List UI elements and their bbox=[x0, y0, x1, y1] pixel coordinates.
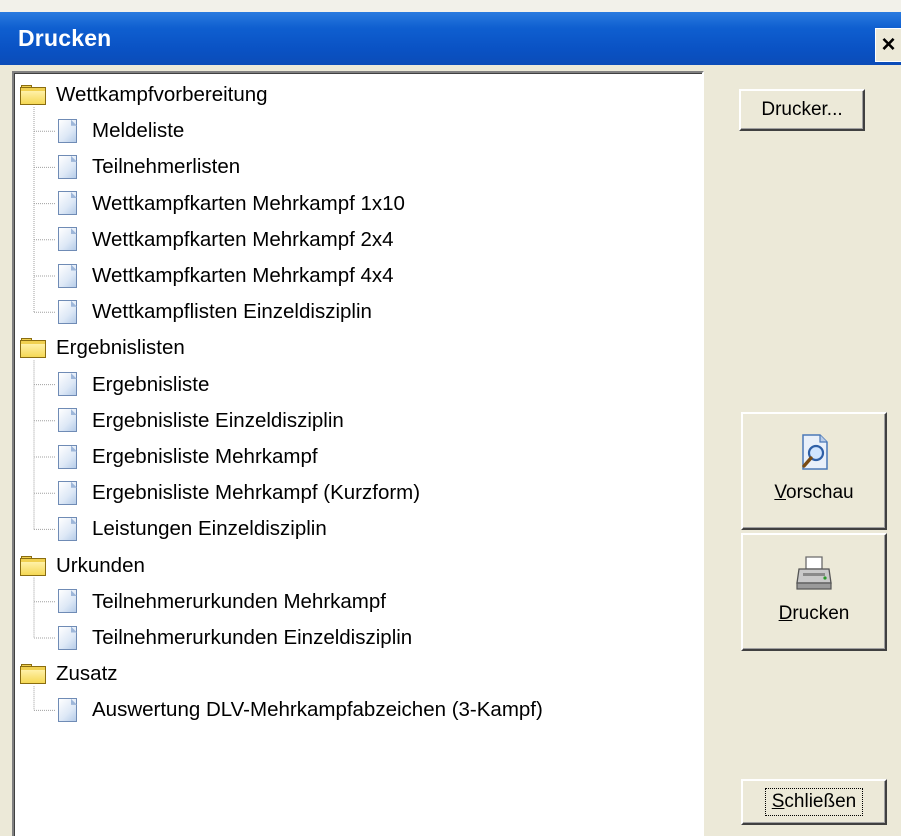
tree-report-item[interactable]: Teilnehmerurkunden Einzeldisziplin bbox=[58, 620, 412, 656]
document-icon bbox=[58, 444, 78, 470]
print-label: Drucken bbox=[778, 603, 850, 624]
tree-report-item[interactable]: Leistungen Einzeldisziplin bbox=[58, 511, 327, 547]
tree-item-label: Ergebnisliste Mehrkampf bbox=[92, 445, 318, 468]
document-icon bbox=[58, 118, 78, 144]
document-icon bbox=[58, 408, 78, 433]
preview-button[interactable]: Vorschau bbox=[741, 412, 887, 530]
document-icon bbox=[58, 263, 78, 289]
tree-report-item[interactable]: Wettkampfkarten Mehrkampf 4x4 bbox=[58, 258, 394, 294]
folder-icon bbox=[20, 85, 48, 105]
document-icon bbox=[58, 299, 78, 325]
tree-item-label: Ergebnisliste bbox=[92, 372, 210, 396]
document-icon bbox=[58, 480, 78, 506]
print-button[interactable]: Drucken bbox=[741, 533, 887, 651]
tree-report-item[interactable]: Ergebnisliste bbox=[58, 367, 209, 403]
tree-report-item[interactable]: Ergebnisliste Mehrkampf bbox=[58, 439, 318, 475]
printer-icon bbox=[794, 553, 834, 593]
document-icon bbox=[58, 191, 78, 216]
tree-folder[interactable]: Ergebnislisten bbox=[20, 330, 185, 366]
tree-item-label: Leistungen Einzeldisziplin bbox=[92, 517, 327, 541]
report-tree[interactable]: Wettkampfvorbereitung Meldeliste Teilnehme… bbox=[12, 71, 704, 836]
tree-item-label: Teilnehmerurkunden Einzeldisziplin bbox=[92, 626, 413, 649]
tree-report-item[interactable]: Auswertung DLV-Mehrkampfabzeichen (3-Kam… bbox=[58, 692, 543, 728]
tree-report-item[interactable]: Meldeliste bbox=[58, 113, 184, 149]
tree-report-item[interactable]: Teilnehmerlisten bbox=[58, 149, 240, 185]
document-icon bbox=[58, 154, 78, 180]
tree-report-item[interactable]: Wettkampflisten Einzeldisziplin bbox=[58, 294, 372, 330]
tree-folder-label: Urkunden bbox=[56, 553, 145, 577]
preview-label: Vorschau bbox=[774, 482, 854, 503]
tree-item-label: Auswertung DLV-Mehrkampfabzeichen (3-Kam… bbox=[92, 698, 543, 722]
tree-item-label: Wettkampfkarten Mehrkampf 1x10 bbox=[92, 191, 405, 215]
tree-item-label: Ergebnisliste Mehrkampf (Kurzform) bbox=[92, 481, 421, 505]
tree-folder[interactable]: Zusatz bbox=[20, 656, 118, 692]
close-dialog-label: Schließen bbox=[764, 788, 864, 816]
document-icon bbox=[58, 516, 78, 542]
tree-folder-label: Wettkampfvorbereitung bbox=[56, 83, 268, 106]
document-icon bbox=[58, 372, 78, 397]
folder-icon bbox=[20, 555, 48, 576]
magnifier-document-icon bbox=[794, 432, 834, 472]
tree-report-item[interactable]: Teilnehmerurkunden Mehrkampf bbox=[58, 584, 386, 620]
tree-report-item[interactable]: Ergebnisliste Mehrkampf (Kurzform) bbox=[58, 475, 420, 511]
folder-icon bbox=[20, 664, 48, 685]
tree-report-item[interactable]: Wettkampfkarten Mehrkampf 2x4 bbox=[58, 222, 394, 258]
printer-setup-label: Drucker... bbox=[761, 99, 843, 120]
print-dialog: Drucken × Wettkampfvorbereitung Meldelist… bbox=[0, 0, 901, 836]
tree-report-item[interactable]: Ergebnisliste Einzeldisziplin bbox=[58, 403, 344, 439]
close-icon: × bbox=[881, 31, 896, 58]
tree-folder[interactable]: Urkunden bbox=[20, 548, 145, 584]
tree-item-label: Teilnehmerurkunden Mehrkampf bbox=[92, 589, 386, 613]
tree-item-label: Meldeliste bbox=[92, 119, 185, 143]
tree-folder-label: Ergebnislisten bbox=[56, 336, 185, 360]
tree-folder[interactable]: Wettkampfvorbereitung bbox=[20, 77, 268, 113]
document-icon bbox=[58, 227, 78, 252]
close-dialog-button[interactable]: Schließen bbox=[741, 779, 887, 825]
close-button[interactable]: × bbox=[875, 28, 901, 62]
tree-item-label: Wettkampfkarten Mehrkampf 2x4 bbox=[92, 227, 394, 251]
tree-item-label: Wettkampflisten Einzeldisziplin bbox=[92, 300, 372, 324]
document-icon bbox=[58, 697, 78, 723]
tree-item-label: Teilnehmerlisten bbox=[92, 155, 241, 179]
title-bar[interactable]: Drucken × bbox=[0, 12, 901, 65]
tree-report-item[interactable]: Wettkampfkarten Mehrkampf 1x10 bbox=[58, 186, 405, 222]
document-icon bbox=[58, 625, 78, 651]
tree-folder-label: Zusatz bbox=[56, 662, 118, 686]
tree-item-label: Ergebnisliste Einzeldisziplin bbox=[92, 408, 344, 432]
printer-setup-button[interactable]: Drucker... bbox=[739, 89, 865, 131]
window-top-edge bbox=[0, 0, 901, 12]
folder-icon bbox=[20, 338, 48, 359]
document-icon bbox=[58, 589, 78, 614]
tree-item-label: Wettkampfkarten Mehrkampf 4x4 bbox=[92, 264, 394, 287]
dialog-title: Drucken bbox=[18, 25, 112, 51]
